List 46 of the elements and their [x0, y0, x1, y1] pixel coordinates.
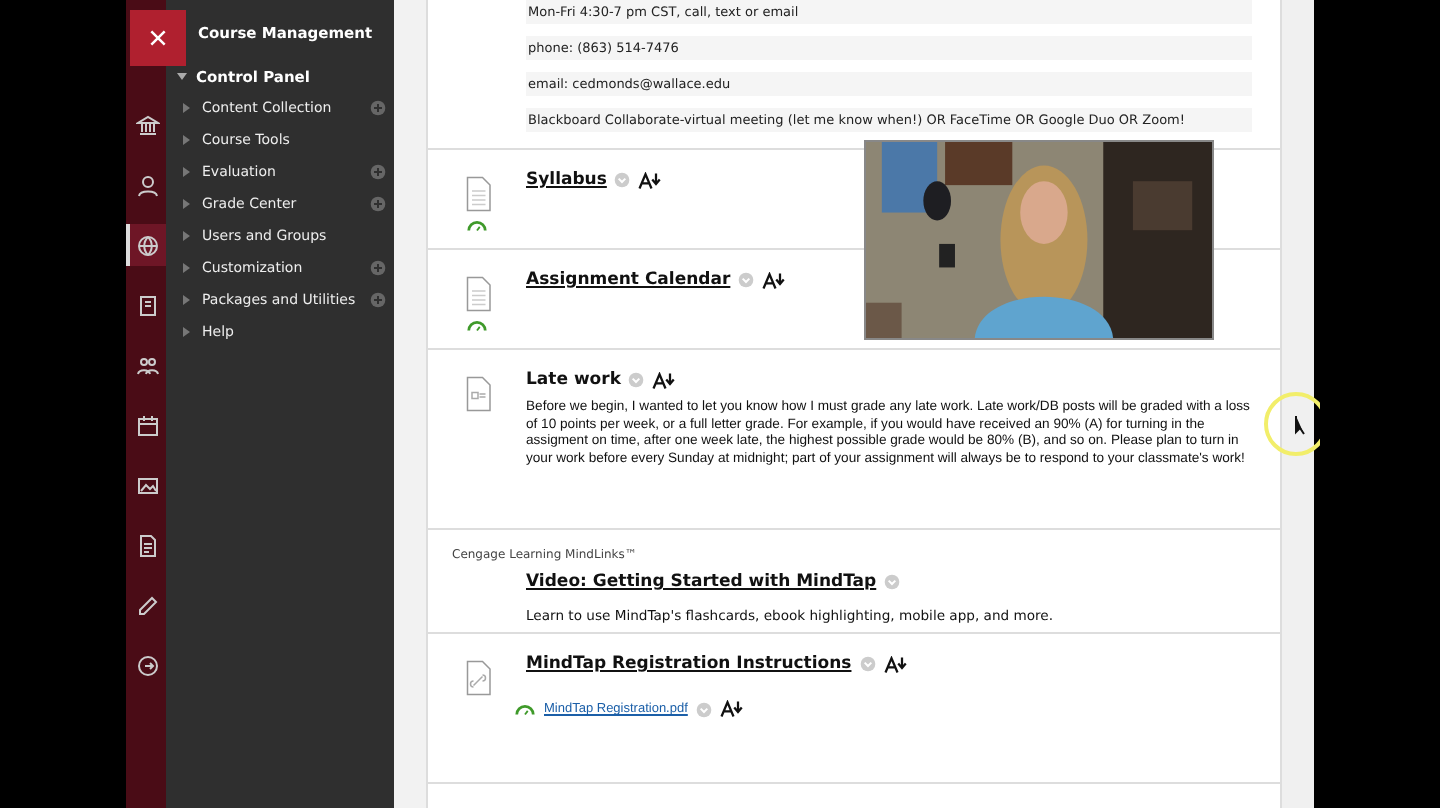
progress-arc-icon — [466, 318, 488, 332]
options-icon — [628, 372, 645, 388]
image-icon — [136, 473, 160, 497]
expanded-arrow-icon — [176, 70, 188, 82]
accessibility-icon — [638, 171, 663, 189]
item-link[interactable]: MindTap Registration Instructions — [526, 654, 852, 674]
progress-arc-icon — [514, 702, 536, 716]
add-icon — [370, 196, 386, 212]
logout-icon — [136, 653, 160, 677]
bank-icon — [136, 113, 160, 137]
options-icon — [859, 656, 876, 672]
close-icon — [148, 28, 168, 48]
options-icon — [614, 172, 631, 188]
add-icon — [370, 292, 386, 308]
collapsed-arrow-icon — [180, 262, 192, 274]
accessibility-icon — [652, 371, 677, 389]
person-icon — [136, 173, 160, 197]
accessibility-icon — [883, 655, 908, 673]
collapsed-arrow-icon — [180, 294, 192, 306]
nav-button[interactable] — [126, 224, 166, 266]
calendar-icon — [136, 413, 160, 437]
options-icon — [738, 272, 755, 288]
item-link[interactable]: Assignment Calendar — [526, 270, 731, 290]
collapsed-arrow-icon — [180, 326, 192, 338]
item-title: Late work — [526, 370, 621, 390]
collapsed-arrow-icon — [180, 134, 192, 146]
people-icon — [136, 353, 160, 377]
add-icon — [370, 260, 386, 276]
progress-arc-icon — [466, 218, 488, 232]
item-link[interactable]: Syllabus — [526, 170, 607, 190]
collapsed-arrow-icon — [180, 198, 192, 210]
options-icon — [884, 574, 901, 590]
globe-icon — [136, 233, 160, 257]
accessibility-icon — [762, 271, 787, 289]
add-icon — [370, 164, 386, 180]
collapsed-arrow-icon — [180, 166, 192, 178]
options-icon — [695, 701, 712, 717]
document-icon — [136, 533, 160, 557]
accessibility-icon — [719, 700, 744, 718]
collapsed-arrow-icon — [180, 102, 192, 114]
close-button[interactable] — [130, 10, 186, 66]
collapsed-arrow-icon — [180, 230, 192, 242]
item-link[interactable]: Video: Getting Started with MindTap — [526, 572, 877, 592]
edit-icon — [136, 593, 160, 617]
add-icon — [370, 100, 386, 116]
book-icon — [136, 293, 160, 317]
